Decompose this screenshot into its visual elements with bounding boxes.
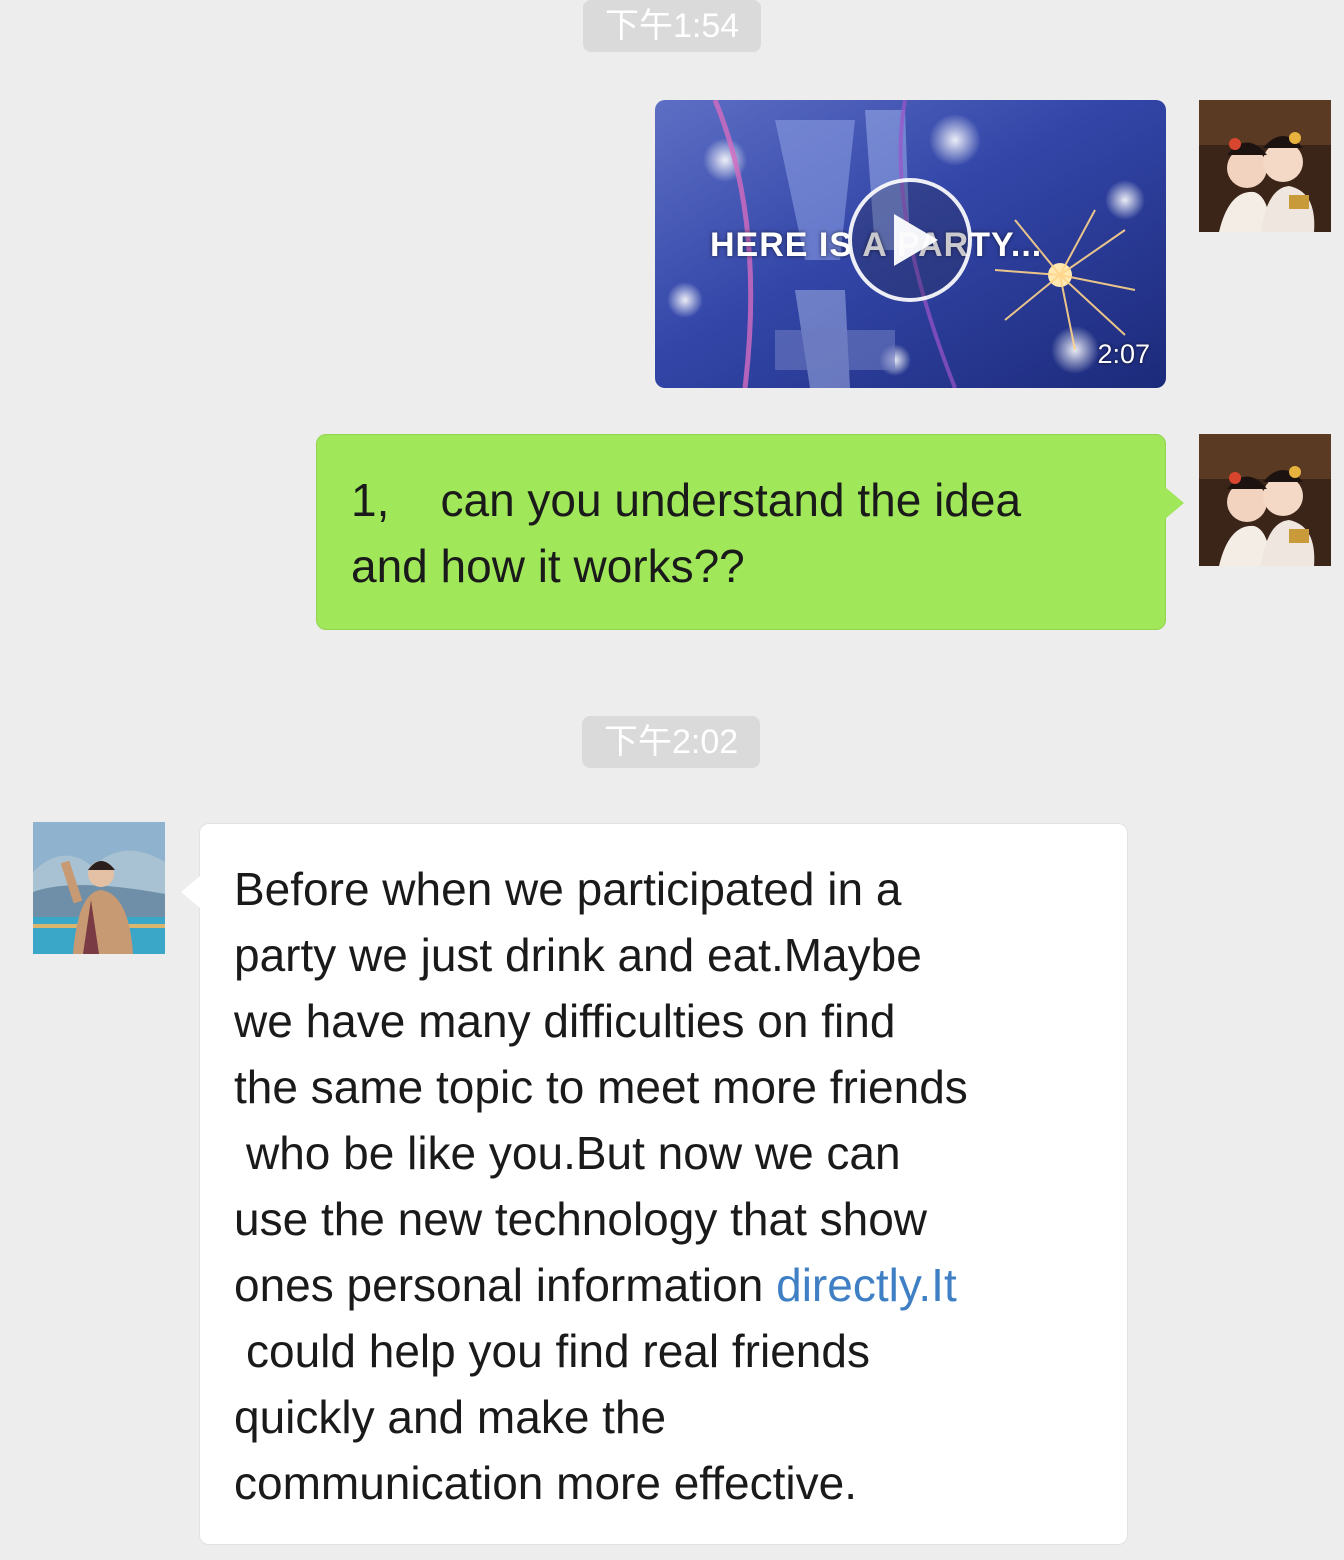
avatar-image [33, 822, 165, 954]
message-link[interactable]: directly.It [776, 1259, 957, 1311]
outgoing-message-bubble[interactable]: 1, can you understand the idea and how i… [316, 434, 1184, 630]
video-duration: 2:07 [1097, 339, 1150, 369]
timestamp-divider: 下午2:02 [582, 716, 761, 768]
avatar-image [1199, 434, 1331, 566]
message-line: and how it works?? [351, 540, 745, 592]
message-line: we have many difficulties on find [234, 995, 896, 1047]
message-line: party we just drink and eat.Maybe [234, 929, 922, 981]
message-line-with-link: ones personal information directly.It [234, 1252, 1095, 1318]
play-icon [894, 214, 938, 266]
contact-avatar[interactable] [33, 822, 165, 954]
timestamp-divider: 下午1:54 [583, 0, 762, 52]
message-line: use the new technology that show [234, 1193, 928, 1245]
play-button[interactable] [848, 178, 972, 302]
message-line: 1, can you understand the idea [351, 474, 1022, 526]
message-line: who be like you.But now we can [246, 1127, 901, 1179]
message-line: quickly and make the [234, 1391, 667, 1443]
message-line: could help you find real friends [246, 1325, 870, 1377]
avatar[interactable] [1199, 434, 1331, 566]
message-text: ones personal information [234, 1259, 777, 1311]
message-line: communication more effective. [234, 1457, 857, 1509]
message-line: Before when we participated in a [234, 863, 902, 915]
video-message[interactable]: HERE IS A PARTY... 2:07 [655, 100, 1166, 388]
message-line: the same topic to meet more friends [234, 1061, 968, 1113]
incoming-message-bubble[interactable]: Before when we participated in a party w… [181, 823, 1128, 1545]
avatar-image [1199, 100, 1331, 232]
avatar[interactable] [1199, 100, 1331, 232]
